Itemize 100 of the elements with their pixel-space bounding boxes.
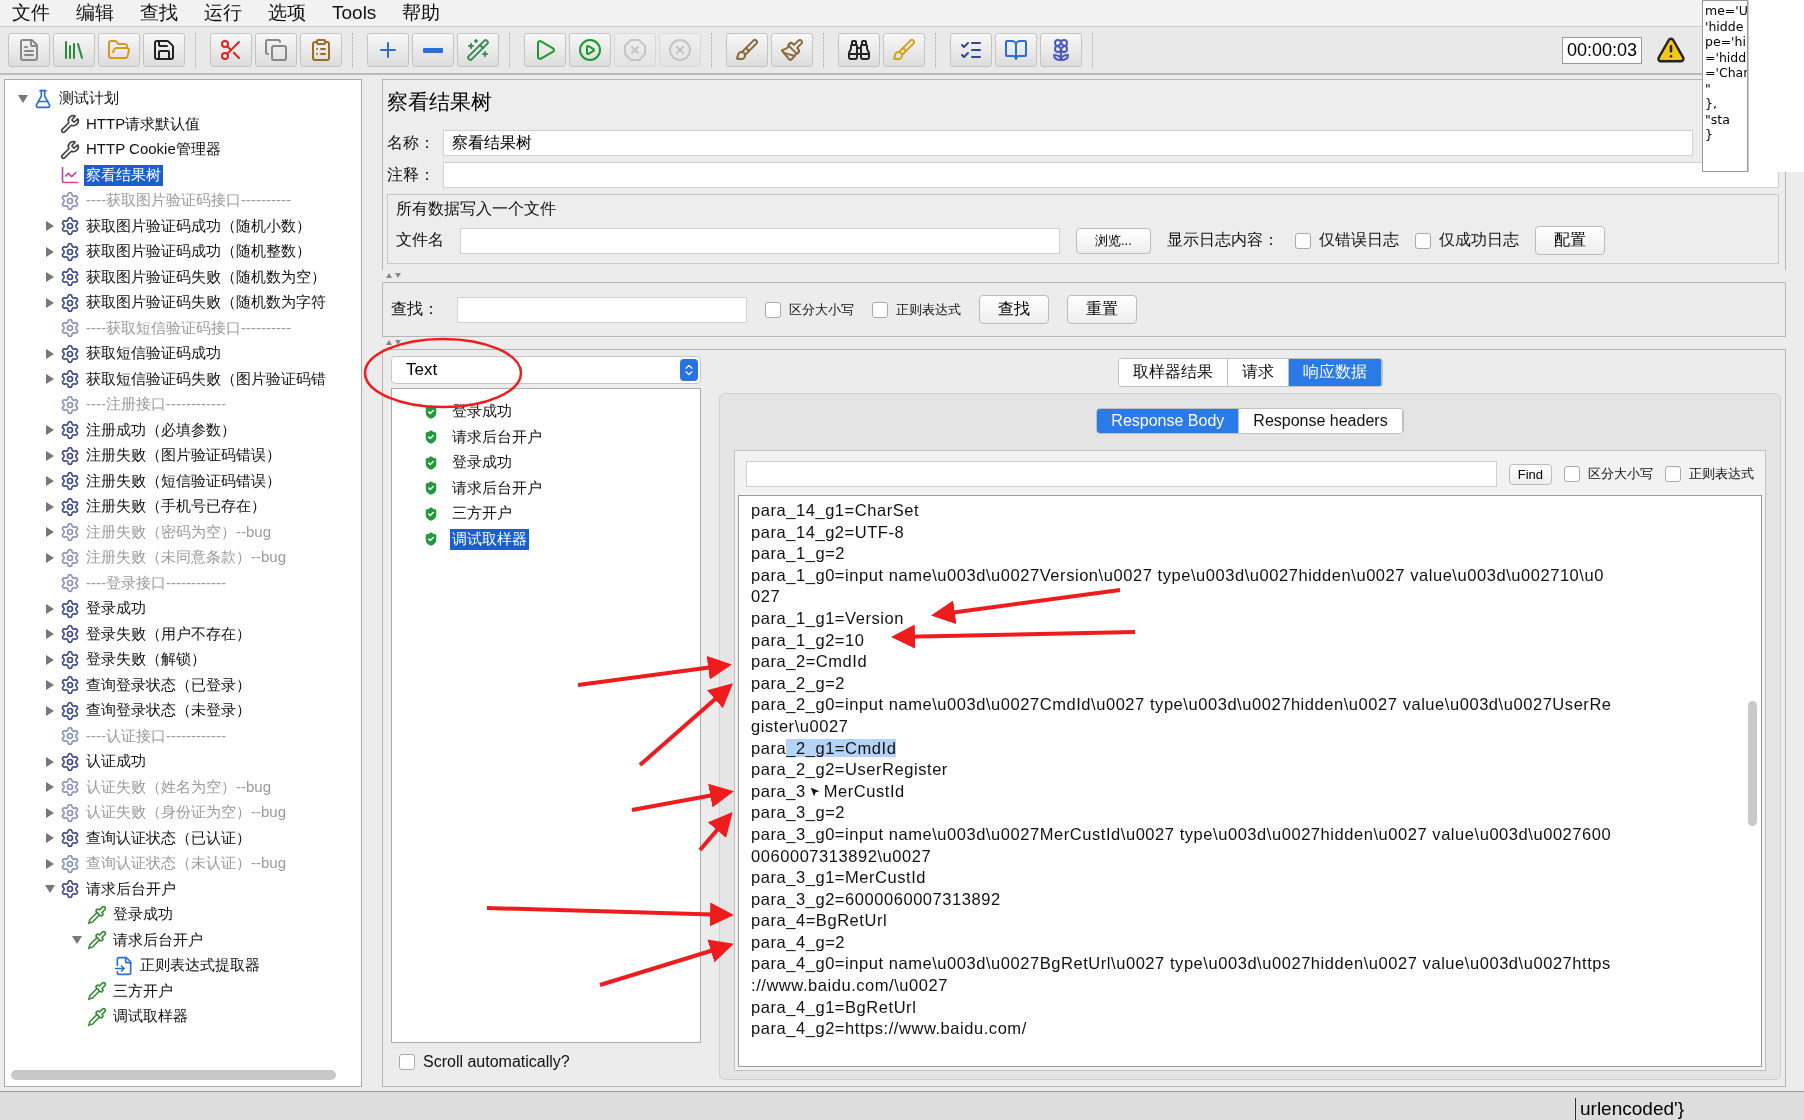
tree-item[interactable]: 注册成功（必填参数）: [84, 419, 238, 441]
menu-item[interactable]: 编辑: [74, 0, 128, 26]
toolbar-button[interactable]: [838, 33, 880, 67]
toolbar-button[interactable]: [950, 33, 992, 67]
tree-item[interactable]: 登录失败（解锁）: [84, 649, 208, 671]
splitter-arrows-icon[interactable]: [386, 339, 402, 347]
result-item[interactable]: 登录成功: [450, 452, 514, 474]
tab[interactable]: Response Body: [1097, 409, 1240, 433]
tree-item[interactable]: 注册失败（短信验证码错误）: [84, 470, 283, 492]
checkbox[interactable]: [1665, 466, 1681, 482]
collapsed-arrow-icon[interactable]: [44, 755, 56, 768]
result-item[interactable]: 调试取样器: [450, 528, 529, 550]
search-field[interactable]: [457, 296, 747, 323]
tab[interactable]: 请求: [1227, 359, 1289, 386]
find-button[interactable]: 查找: [979, 295, 1049, 324]
tree-item[interactable]: 获取图片验证码失败（随机数为字符: [84, 292, 328, 314]
tree-item[interactable]: 登录成功: [84, 598, 148, 620]
pipette-icon: [87, 981, 107, 1002]
tree-item[interactable]: 获取图片验证码失败（随机数为空）: [84, 266, 328, 288]
collapsed-arrow-icon[interactable]: [44, 832, 56, 845]
config-button[interactable]: 配置: [1534, 226, 1605, 255]
tree-item[interactable]: 获取图片验证码成功（随机整数）: [84, 241, 313, 263]
checkbox[interactable]: [1294, 232, 1311, 249]
tree-item[interactable]: 登录成功: [111, 904, 175, 926]
menu-item[interactable]: 运行: [202, 0, 256, 26]
collapsed-arrow-icon[interactable]: [44, 602, 56, 615]
tree-item[interactable]: 认证成功: [84, 751, 148, 773]
gear-icon: [60, 318, 80, 339]
toolbar-button[interactable]: [143, 33, 185, 67]
menu-item[interactable]: 帮助: [400, 0, 455, 26]
checkbox[interactable]: [872, 301, 888, 318]
find-button[interactable]: Find: [1508, 463, 1552, 485]
document-arrow-icon: [114, 955, 134, 976]
gear-icon: [60, 267, 80, 288]
collapsed-arrow-icon[interactable]: [44, 628, 56, 641]
tree-item[interactable]: 正则表达式提取器: [138, 955, 262, 977]
new-icon: [17, 38, 41, 62]
menu-item[interactable]: Tools: [330, 2, 391, 24]
folder-icon: [107, 38, 131, 62]
checkbox[interactable]: [399, 1054, 415, 1070]
tree-item[interactable]: 调试取样器: [111, 1006, 190, 1028]
gear-icon: [60, 726, 80, 747]
tree-item[interactable]: 登录失败（用户不存在）: [84, 623, 253, 645]
renderer-dropdown[interactable]: Text: [391, 356, 701, 384]
tree-item[interactable]: 察看结果树: [84, 164, 163, 186]
collapsed-arrow-icon[interactable]: [44, 296, 56, 309]
paste-icon: [309, 38, 333, 62]
collapsed-arrow-icon[interactable]: [44, 653, 56, 666]
collapsed-arrow-icon[interactable]: [44, 245, 56, 258]
tree-item[interactable]: 查询认证状态（已认证）: [84, 827, 253, 849]
scrollbar[interactable]: [11, 1070, 336, 1080]
tree-item[interactable]: 注册失败（手机号已存在）: [84, 496, 268, 518]
field-label: 查找：: [391, 299, 439, 319]
checkbox[interactable]: [1414, 232, 1431, 249]
tree-item[interactable]: HTTP Cookie管理器: [84, 139, 223, 161]
checkbox[interactable]: [765, 301, 781, 318]
find-field[interactable]: [746, 461, 1497, 487]
tree-item[interactable]: 三方开户: [111, 980, 175, 1002]
collapsed-arrow-icon[interactable]: [44, 347, 56, 360]
collapsed-arrow-icon[interactable]: [44, 500, 56, 513]
tree-item[interactable]: 测试计划: [57, 88, 121, 110]
expanded-arrow-icon[interactable]: [17, 92, 29, 105]
tree-item[interactable]: HTTP请求默认值: [84, 113, 203, 135]
reset-button[interactable]: 重置: [1067, 295, 1137, 324]
comment-field[interactable]: [443, 162, 1779, 188]
tab[interactable]: 取样器结果: [1118, 359, 1228, 386]
success-icon: [422, 453, 440, 472]
menu-item[interactable]: 选项: [266, 0, 320, 26]
warning-icon[interactable]: [1656, 35, 1686, 65]
tree-item[interactable]: 获取短信验证码失败（图片验证码错: [84, 368, 328, 390]
response-text: para_14_g1=CharSet para_14_g2=UTF-8 para_1_g=2 para_1_g0=input name\u003d\u0027Version\u0027 type\u003d\u0027hidden\u0027 value\u003d\u002710\u0 027 para_1_g1=Version para_1_g2=10 para_2=CmdId para_2_g=2 para_2_g0=input name\u003d\u0027CmdId\u0027 type\u003d\u0027hidden\u0027 value\u003d\u0027UserRe gister\u0027 para_2_g1=CmdId para_2_g2=UserRegister para_3 MerCustId para_3_g=2 para_3_g0=input name\u003d\u0027MerCustId\u0027 type\u003d\u0027hidden\u0027 value\u003d\u0027600 0060007313892\u0027 para_3_g1=MerCustId para_3_g2=6000060007313892 para_4=BgRetUrl para_4_g=2 para_4_g0=input name\u003d\u0027BgRetUrl\u0027 type\u003d\u0027hidden\u0027 value\u003d\u0027https ://www.baidu.com/\u0027 para_4_g1=BgRetUrl para_4_g2=https://www.baidu.com/: [738, 495, 1762, 1067]
scrollbar[interactable]: [1748, 701, 1757, 826]
menu-item[interactable]: 查找: [138, 0, 192, 26]
collapsed-arrow-icon[interactable]: [44, 220, 56, 233]
collapsed-arrow-icon[interactable]: [44, 271, 56, 284]
collapsed-arrow-icon[interactable]: [44, 475, 56, 488]
name-field[interactable]: 察看结果树: [443, 130, 1693, 156]
tree-item[interactable]: 查询登录状态（未登录）: [84, 700, 253, 722]
checkbox[interactable]: [1564, 466, 1580, 482]
browse-button[interactable]: 浏览...: [1076, 227, 1151, 254]
collapsed-arrow-icon[interactable]: [44, 373, 56, 386]
tree-item[interactable]: 查询登录状态（已登录）: [84, 674, 253, 696]
menu-item[interactable]: 文件: [10, 0, 64, 26]
tab[interactable]: 响应数据: [1288, 359, 1382, 386]
collapsed-arrow-icon[interactable]: [44, 704, 56, 717]
tab[interactable]: Response headers: [1239, 409, 1403, 433]
collapsed-arrow-icon[interactable]: [44, 449, 56, 462]
tree-item[interactable]: 请求后台开户: [84, 878, 178, 900]
tree-item[interactable]: 获取图片验证码成功（随机小数）: [84, 215, 313, 237]
tree-item[interactable]: 注册失败（图片验证码错误）: [84, 445, 283, 467]
splitter-arrows-icon[interactable]: [386, 272, 402, 280]
collapsed-arrow-icon[interactable]: [44, 679, 56, 692]
collapsed-arrow-icon[interactable]: [44, 424, 56, 437]
gear-icon: [60, 445, 80, 466]
result-item[interactable]: 三方开户: [450, 503, 514, 525]
tree-item[interactable]: 获取短信验证码成功: [84, 343, 223, 365]
result-item[interactable]: 请求后台开户: [450, 477, 544, 499]
file-field[interactable]: [460, 227, 1060, 254]
tree-item[interactable]: 请求后台开户: [111, 929, 205, 951]
result-item[interactable]: 请求后台开户: [450, 426, 544, 448]
